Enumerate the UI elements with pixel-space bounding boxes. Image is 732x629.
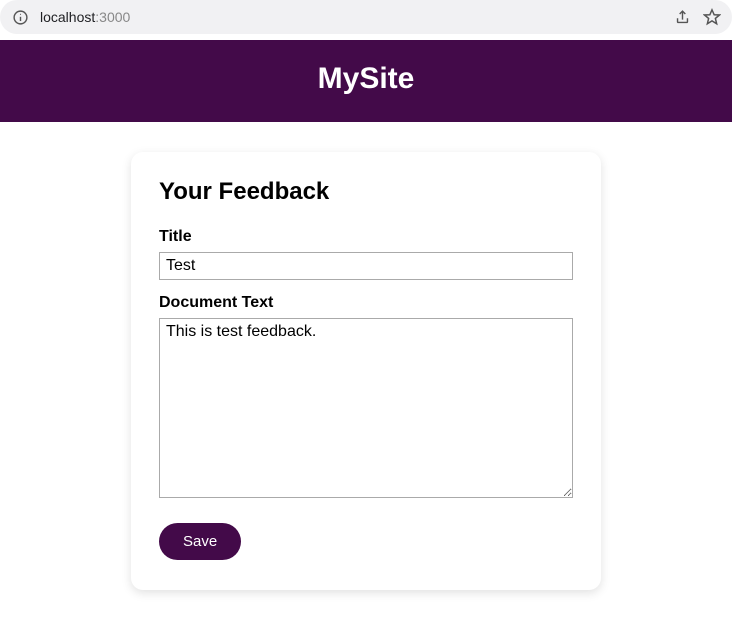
site-title: MySite xyxy=(0,62,732,96)
browser-address-bar: localhost:3000 xyxy=(0,0,732,34)
feedback-card: Your Feedback Title Document Text Save xyxy=(131,152,601,590)
card-heading: Your Feedback xyxy=(159,178,573,206)
star-icon[interactable] xyxy=(702,7,722,27)
body-label: Document Text xyxy=(159,294,573,312)
save-button[interactable]: Save xyxy=(159,523,241,560)
info-icon[interactable] xyxy=(10,7,30,27)
body-group: Document Text xyxy=(159,294,573,503)
share-icon[interactable] xyxy=(672,7,692,27)
body-textarea[interactable] xyxy=(159,318,573,498)
title-label: Title xyxy=(159,228,573,246)
url-text[interactable]: localhost:3000 xyxy=(40,9,662,25)
title-input[interactable] xyxy=(159,252,573,280)
title-group: Title xyxy=(159,228,573,280)
site-header: MySite xyxy=(0,40,732,122)
